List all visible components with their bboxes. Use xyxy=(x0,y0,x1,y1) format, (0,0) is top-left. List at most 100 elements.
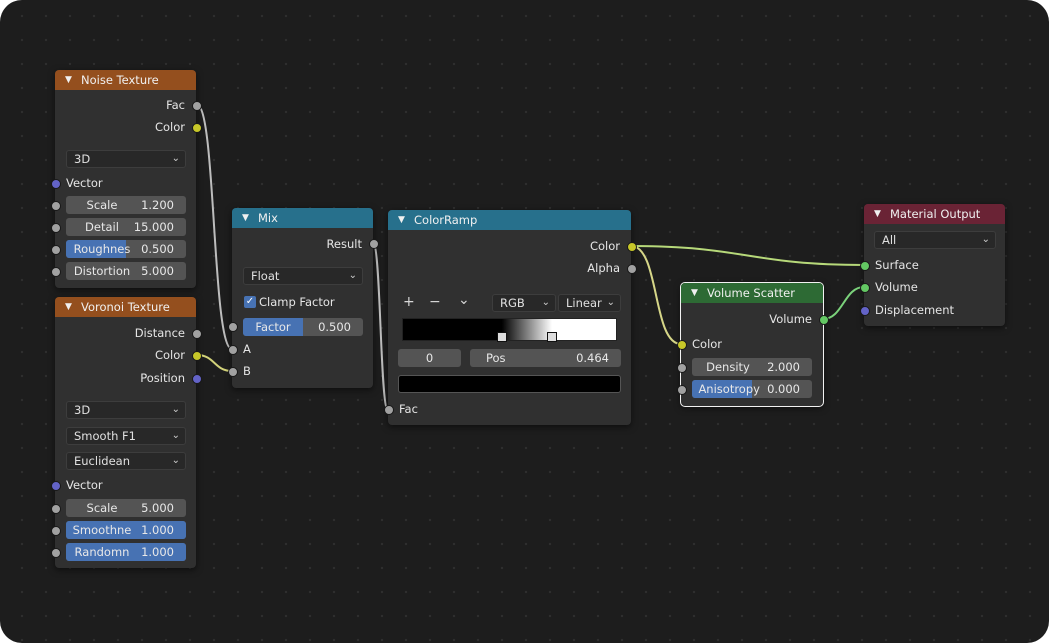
dropdown-value: Linear xyxy=(566,296,602,310)
node-title: Material Output xyxy=(890,207,981,221)
distortion-field[interactable]: Distortion 5.000 xyxy=(66,262,186,280)
node-header[interactable]: ▼ Material Output xyxy=(864,204,1005,224)
scale-field[interactable]: Scale 5.000 xyxy=(66,499,186,517)
node-header[interactable]: ▼ Mix xyxy=(232,208,373,228)
stop-position-field[interactable]: Pos 0.464 xyxy=(470,349,621,367)
node-title: Voronoi Texture xyxy=(81,300,170,314)
input-vector-label: Vector xyxy=(66,176,103,190)
output-color-socket[interactable] xyxy=(192,123,202,133)
interpolation-dropdown[interactable]: Linear ⌄ xyxy=(558,294,621,312)
clamp-factor-checkbox[interactable]: ✓ xyxy=(244,296,256,308)
input-vector-label: Vector xyxy=(66,478,103,492)
color-ramp-gradient[interactable] xyxy=(402,318,617,341)
volume-scatter-node[interactable]: ▼ Volume Scatter Volume Color Density 2.00… xyxy=(677,282,829,407)
field-label: Scale xyxy=(86,198,118,212)
smoothness-field[interactable]: Smoothne 1.000 xyxy=(66,521,186,539)
color-stop-handle[interactable] xyxy=(547,332,558,342)
output-color-label: Color xyxy=(154,120,185,134)
input-density-socket[interactable] xyxy=(677,363,687,373)
link-mix-result-to-ramp-fac xyxy=(372,242,389,411)
node-title: Volume Scatter xyxy=(707,286,795,300)
dropdown-value: 3D xyxy=(74,152,91,166)
input-roughness-socket[interactable] xyxy=(51,245,61,255)
input-scale-socket[interactable] xyxy=(51,201,61,211)
output-volume-socket[interactable] xyxy=(819,315,829,325)
input-distortion-socket[interactable] xyxy=(51,267,61,277)
field-label: Density xyxy=(706,360,750,374)
stop-color-swatch[interactable] xyxy=(398,375,621,393)
density-field[interactable]: Density 2.000 xyxy=(692,358,812,376)
chevron-down-icon[interactable]: ▼ xyxy=(691,288,704,298)
render-target-dropdown[interactable]: All ⌄ xyxy=(874,231,996,249)
output-fac-socket[interactable] xyxy=(192,101,202,111)
anisotropy-field[interactable]: Anisotropy 0.000 xyxy=(692,380,812,398)
node-header[interactable]: ▼ Noise Texture xyxy=(55,70,196,90)
output-result-socket[interactable] xyxy=(369,239,379,249)
input-scale-socket[interactable] xyxy=(51,504,61,514)
field-value: 2.000 xyxy=(767,360,800,374)
field-label: Factor xyxy=(255,320,291,334)
chevron-down-icon[interactable]: ▼ xyxy=(398,215,411,225)
scale-field[interactable]: Scale 1.200 xyxy=(66,196,186,214)
output-color-socket[interactable] xyxy=(192,351,202,361)
output-distance-socket[interactable] xyxy=(192,329,202,339)
roughness-field[interactable]: Roughnes 0.500 xyxy=(66,240,186,258)
detail-field[interactable]: Detail 15.000 xyxy=(66,218,186,236)
output-color-socket[interactable] xyxy=(627,242,637,252)
noise-texture-node[interactable]: ▼ Noise Texture Fac Color 3D ⌄ Vector Scal… xyxy=(51,70,202,288)
chevron-down-icon: ⌄ xyxy=(171,404,180,415)
output-color-label: Color xyxy=(589,239,620,253)
chevron-down-icon: ⌄ xyxy=(541,297,550,308)
field-label: Smoothne xyxy=(72,523,132,537)
colorramp-node[interactable]: ▼ ColorRamp Color Alpha + − ⌄ RGB ⌄ Linear… xyxy=(384,210,637,425)
feature-dropdown[interactable]: Smooth F1 ⌄ xyxy=(66,427,186,445)
factor-field[interactable]: Factor 0.500 xyxy=(243,318,363,336)
field-label: Detail xyxy=(85,220,119,234)
field-label: Randomn xyxy=(74,545,130,559)
node-header[interactable]: ▼ ColorRamp xyxy=(388,210,631,230)
node-header[interactable]: ▼ Voronoi Texture xyxy=(55,297,196,317)
link-ramp-color-to-scatter-color xyxy=(630,245,682,345)
add-stop-button[interactable]: + xyxy=(403,294,415,310)
color-stop-handle[interactable] xyxy=(496,332,507,342)
node-header[interactable]: ▼ Volume Scatter xyxy=(681,283,823,303)
voronoi-texture-node[interactable]: ▼ Voronoi Texture Distance Color Position… xyxy=(51,297,202,568)
output-position-socket[interactable] xyxy=(192,374,202,384)
input-anisotropy-socket[interactable] xyxy=(677,385,687,395)
chevron-down-icon[interactable]: ▼ xyxy=(874,209,887,219)
material-output-node[interactable]: ▼ Material Output All ⌄ Surface Volume Dis… xyxy=(860,204,1005,326)
output-volume-label: Volume xyxy=(769,312,812,326)
field-value: 1.000 xyxy=(141,523,174,537)
more-options-button[interactable]: ⌄ xyxy=(458,292,470,308)
dimensions-dropdown[interactable]: 3D ⌄ xyxy=(66,150,186,168)
node-title: Mix xyxy=(258,211,278,225)
chevron-down-icon[interactable]: ▼ xyxy=(242,213,255,223)
data-type-dropdown[interactable]: Float ⌄ xyxy=(243,267,363,285)
input-detail-socket[interactable] xyxy=(51,223,61,233)
input-factor-socket[interactable] xyxy=(228,322,238,332)
field-label: Roughnes xyxy=(73,242,131,256)
color-mode-dropdown[interactable]: RGB ⌄ xyxy=(492,294,556,312)
input-a-label: A xyxy=(243,342,251,356)
output-alpha-label: Alpha xyxy=(587,261,620,275)
chevron-down-icon: ⌄ xyxy=(606,297,615,308)
remove-stop-button[interactable]: − xyxy=(429,294,441,310)
chevron-down-icon[interactable]: ▼ xyxy=(65,302,78,312)
input-randomness-socket[interactable] xyxy=(51,548,61,558)
dropdown-value: RGB xyxy=(500,296,525,310)
field-value: 0 xyxy=(425,351,434,365)
distance-metric-dropdown[interactable]: Euclidean ⌄ xyxy=(66,452,186,470)
node-title: ColorRamp xyxy=(414,213,478,227)
active-stop-index-field[interactable]: 0 xyxy=(398,349,461,367)
mix-node[interactable]: ▼ Mix Result Float ⌄ ✓ Clamp Factor Factor… xyxy=(228,208,379,388)
field-value: 15.000 xyxy=(133,220,174,234)
randomness-field[interactable]: Randomn 1.000 xyxy=(66,543,186,561)
output-alpha-socket[interactable] xyxy=(627,264,637,274)
input-smoothness-socket[interactable] xyxy=(51,526,61,536)
node-editor-canvas[interactable]: ▼ Noise Texture Fac Color 3D ⌄ Vector Scal… xyxy=(0,0,1049,643)
chevron-down-icon: ⌄ xyxy=(171,153,180,164)
link-ramp-color-to-output-surface xyxy=(630,245,865,266)
dimensions-dropdown[interactable]: 3D ⌄ xyxy=(66,401,186,419)
chevron-down-icon[interactable]: ▼ xyxy=(65,75,78,85)
field-value: 1.200 xyxy=(141,198,174,212)
